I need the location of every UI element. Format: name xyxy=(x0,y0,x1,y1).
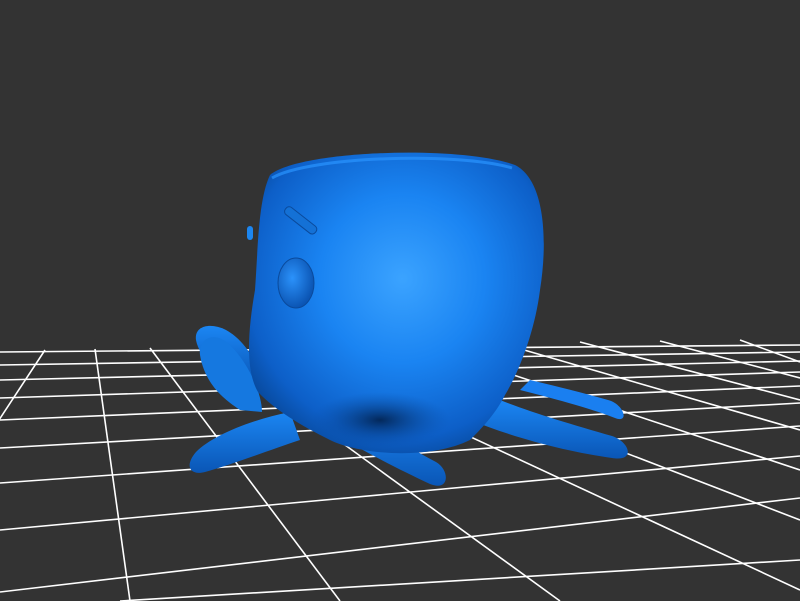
eye-bump xyxy=(277,257,315,309)
eyebrow-far-bump xyxy=(247,226,253,240)
grid-line-col-2 xyxy=(94,348,131,601)
grid-line-col-11 xyxy=(739,339,800,363)
body-underside-shadow xyxy=(310,392,450,448)
tentacle-front-left xyxy=(189,412,300,473)
grid-line-col-10 xyxy=(659,340,800,379)
3d-scene-canvas[interactable] xyxy=(0,0,800,601)
octopus-3d-model[interactable] xyxy=(189,152,628,486)
3d-model-viewport[interactable] xyxy=(0,0,800,601)
grid-line-row-8 xyxy=(0,497,800,593)
grid-line-col-1 xyxy=(0,349,46,420)
